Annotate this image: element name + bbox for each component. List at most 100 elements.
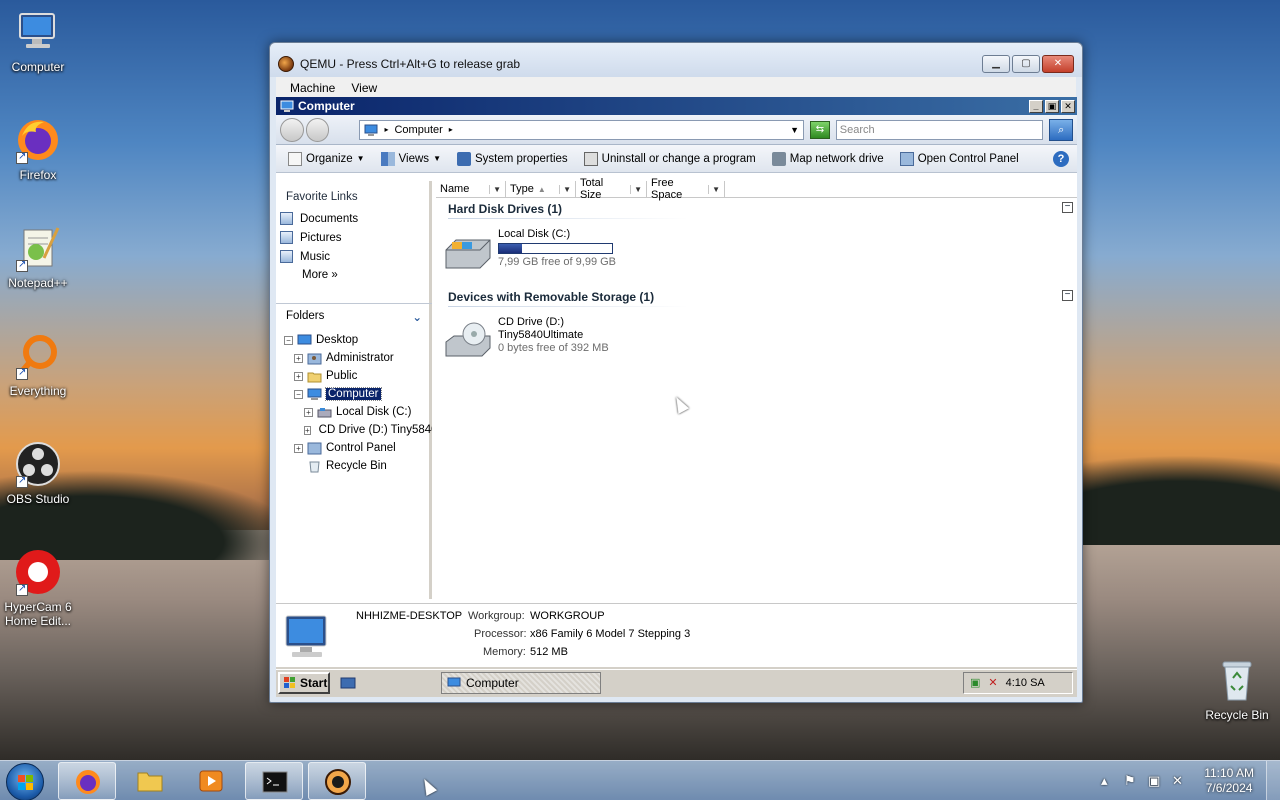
desktop-icon-recycle-bin[interactable]: Recycle Bin [1199,656,1275,722]
desktop-icon-notepadpp[interactable]: Notepad++ [0,224,76,290]
start-orb-button[interactable] [6,763,44,800]
menu-view[interactable]: View [351,81,377,95]
system-properties-button[interactable]: System properties [451,150,574,168]
folders-header[interactable]: Folders ⌄ [276,303,432,325]
drive-local-disk-c[interactable]: Local Disk (C:) 7,99 GB free of 9,99 GB [444,218,1077,274]
qemu-title-bar[interactable]: QEMU - Press Ctrl+Alt+G to release grab … [270,43,1082,77]
drive-cd-d[interactable]: CD Drive (D:) Tiny5840Ultimate 0 bytes f… [444,306,1077,362]
back-button[interactable] [280,117,304,142]
drive-usage-bar [498,243,613,254]
address-input[interactable]: ▸ Computer ▸ ▼ [359,119,805,140]
chevron-down-icon[interactable]: ▼ [489,184,501,194]
refresh-button[interactable]: ⇆ [810,120,830,139]
uninstall-program-button[interactable]: Uninstall or change a program [578,150,762,168]
map-network-drive-button[interactable]: Map network drive [766,150,890,168]
tree-node-public[interactable]: + Public [276,367,432,385]
guest-taskbar: Start Computer ▣ ✕ 4:10 SA [276,669,1077,695]
expand-icon[interactable]: + [304,407,313,417]
guest-clock[interactable]: 4:10 SA [1006,677,1045,689]
shortcut-arrow-icon [16,474,28,488]
double-chevron-icon: » [331,269,338,281]
shortcut-arrow-icon [16,582,28,596]
tray-overflow-icon[interactable]: ▴ [1101,773,1108,789]
chevron-down-icon[interactable]: ▼ [559,184,571,194]
guest-start-button[interactable]: Start [278,671,330,694]
computer-icon [14,8,62,56]
tree-node-computer[interactable]: − Computer [276,385,432,403]
breadcrumb-arrow-icon[interactable]: ▸ [384,125,388,134]
computer-icon [285,615,327,657]
volume-muted-icon[interactable]: ✕ [988,676,997,689]
tree-node-cd-drive[interactable]: +CD Drive (D:) Tiny5840Ultimate [276,421,432,439]
documents-icon [280,212,293,225]
search-input[interactable]: Search [835,119,1044,140]
chevron-down-icon[interactable]: ▼ [630,184,642,194]
expand-icon[interactable]: + [304,425,311,435]
views-button[interactable]: Views ▼ [375,150,447,168]
collapse-group-icon[interactable]: − [1062,290,1073,301]
maximize-button[interactable]: ▢ [1012,55,1040,73]
expand-icon[interactable]: + [294,371,303,381]
column-headers: Name ▼ Type ▲ ▼ Total Size ▼ Free Space ▼ [436,177,1077,201]
explorer-minimize-button[interactable]: _ [1029,99,1043,113]
collapse-icon[interactable]: − [294,389,303,399]
organize-button[interactable]: Organize ▼ [282,150,371,168]
tree-node-recycle-bin[interactable]: Recycle Bin [276,457,432,475]
explorer-window[interactable]: Computer _ ▣ ✕ ▸ Computer ▸ ▼ ⇆ Search ⌕… [276,97,1077,667]
volume-muted-icon[interactable]: ✕ [1172,773,1183,789]
expand-icon[interactable]: + [294,353,303,363]
forward-button[interactable] [305,117,330,142]
column-type[interactable]: Type ▲ ▼ [506,181,576,197]
guest-task-computer[interactable]: Computer [441,671,601,694]
network-drive-icon [771,151,786,166]
explorer-restore-button[interactable]: ▣ [1045,99,1059,113]
system-properties-icon [456,151,471,166]
menu-machine[interactable]: Machine [290,81,335,95]
desktop-icon-hypercam[interactable]: HyperCam 6 Home Edit... [0,548,76,628]
explorer-title: Computer [298,99,355,113]
desktop-icon-everything[interactable]: Everything [0,332,76,398]
host-taskbar: ▴ ⚑ ▣ ✕ 11:10 AM 7/6/2024 [0,760,1280,800]
network-icon[interactable]: ▣ [1148,773,1160,789]
explorer-close-button[interactable]: ✕ [1061,99,1075,113]
taskbar-file-explorer[interactable] [121,762,179,800]
minimize-button[interactable]: ▁ [982,55,1010,73]
expand-icon[interactable]: + [294,443,303,453]
taskbar-media-player[interactable] [182,762,240,800]
desktop-icon-obs[interactable]: OBS Studio [0,440,76,506]
favorite-pictures[interactable]: Pictures [276,228,429,247]
favorite-documents[interactable]: Documents [276,209,429,228]
show-desktop-icon[interactable] [340,676,356,690]
help-icon[interactable]: ? [1053,150,1069,167]
collapse-group-icon[interactable]: − [1062,202,1073,213]
favorite-music[interactable]: Music [276,247,429,266]
tree-node-control-panel[interactable]: + Control Panel [276,439,432,457]
taskbar-terminal[interactable] [245,762,303,800]
qemu-window[interactable]: QEMU - Press Ctrl+Alt+G to release grab … [269,42,1083,703]
search-icon[interactable]: ⌕ [1049,118,1074,141]
open-control-panel-button[interactable]: Open Control Panel [894,150,1025,168]
column-name[interactable]: Name ▼ [436,181,506,197]
chevron-down-icon[interactable]: ▼ [708,184,720,194]
firefox-icon [76,770,100,794]
explorer-window-controls: _ ▣ ✕ [1029,99,1077,113]
tree-node-local-disk[interactable]: + Local Disk (C:) [276,403,432,421]
show-desktop-button[interactable] [1266,761,1280,800]
desktop-icon-firefox[interactable]: Firefox [0,116,76,182]
taskbar-firefox[interactable] [58,762,116,800]
network-icon[interactable]: ▣ [970,676,980,689]
column-total-size[interactable]: Total Size ▼ [576,177,647,201]
close-button[interactable]: ✕ [1042,55,1074,73]
favorite-more-link[interactable]: More » [276,266,429,284]
action-center-flag-icon[interactable]: ⚑ [1124,773,1136,789]
tree-node-desktop[interactable]: − Desktop [276,331,432,349]
taskbar-qemu[interactable] [308,762,366,800]
tree-node-administrator[interactable]: + Administrator [276,349,432,367]
host-clock[interactable]: 11:10 AM 7/6/2024 [1204,766,1254,796]
desktop-icon-computer[interactable]: Computer [0,8,76,74]
collapse-icon[interactable]: − [284,335,293,345]
explorer-title-bar[interactable]: Computer _ ▣ ✕ [276,97,1077,115]
breadcrumb-arrow-icon[interactable]: ▸ [449,125,453,134]
column-free-space[interactable]: Free Space ▼ [647,177,725,201]
address-dropdown-icon[interactable]: ▼ [790,125,799,135]
